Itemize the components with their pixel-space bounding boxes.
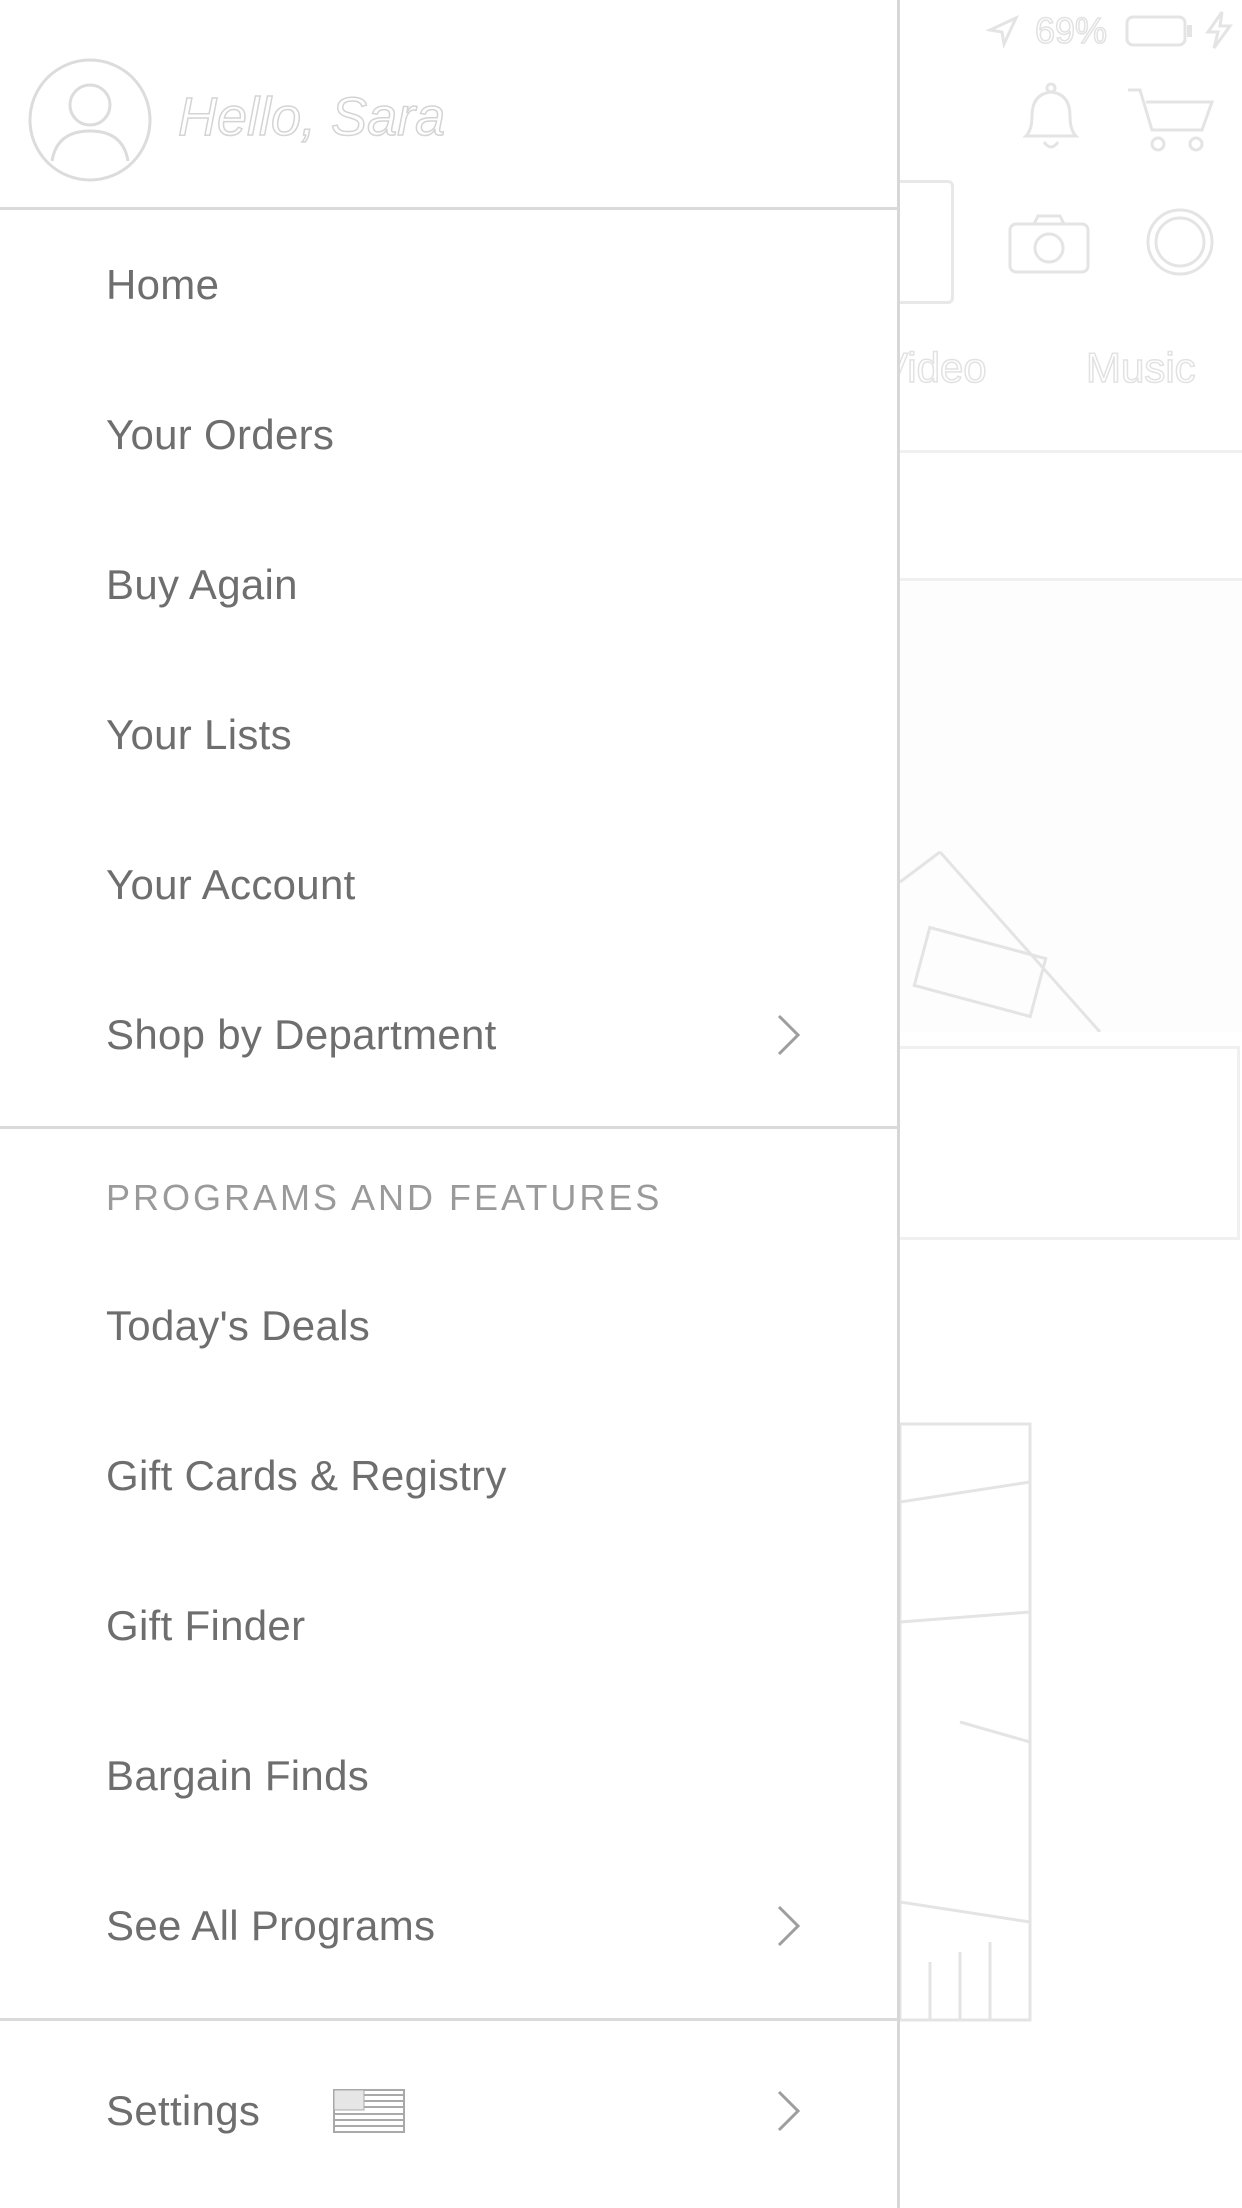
menu-item-label: Your Lists	[106, 711, 292, 758]
menu-item-label: See All Programs	[106, 1902, 436, 1949]
user-avatar-icon[interactable]	[27, 57, 153, 183]
menu-item-home[interactable]: Home	[0, 210, 898, 360]
settings-divider	[0, 2018, 898, 2021]
menu-item-buy-again[interactable]: Buy Again	[0, 510, 898, 660]
cart-icon[interactable]	[1124, 84, 1218, 156]
menu-item-label: Gift Finder	[106, 1602, 306, 1649]
menu-item-bargain-finds[interactable]: Bargain Finds	[0, 1701, 898, 1851]
menu-item-label: Your Account	[106, 861, 356, 908]
charging-bolt-icon	[1205, 11, 1233, 49]
menu-item-gift-finder[interactable]: Gift Finder	[0, 1551, 898, 1701]
battery-percent: 69%	[1034, 9, 1108, 52]
us-flag-icon	[333, 2089, 405, 2133]
navigation-drawer: Hello, Sara Home Your Orders Buy Again Y…	[0, 0, 900, 2208]
camera-icon[interactable]	[1006, 212, 1092, 276]
menu-item-label: Settings	[106, 2087, 261, 2134]
tab-divider	[900, 450, 1242, 453]
menu-item-label: Bargain Finds	[106, 1752, 370, 1799]
product-image	[900, 1422, 1032, 2022]
greeting-text: Hello, Sara	[177, 86, 446, 148]
menu-item-see-all-programs[interactable]: See All Programs	[0, 1851, 898, 2001]
location-arrow-icon	[986, 14, 1020, 48]
menu-item-your-orders[interactable]: Your Orders	[0, 360, 898, 510]
menu-item-label: Gift Cards & Registry	[106, 1452, 507, 1499]
programs-section-heading: PROGRAMS AND FEATURES	[106, 1177, 663, 1218]
menu-item-gift-cards-registry[interactable]: Gift Cards & Registry	[0, 1401, 898, 1551]
menu-item-todays-deals[interactable]: Today's Deals	[0, 1251, 898, 1401]
menu-item-shop-by-department[interactable]: Shop by Department	[0, 960, 898, 1110]
chevron-right-icon	[777, 1905, 801, 1947]
menu-item-settings[interactable]: Settings	[0, 2036, 898, 2186]
promo-card	[900, 1046, 1240, 1240]
content-divider	[900, 578, 1242, 581]
menu-item-label: Home	[106, 261, 220, 308]
banner-image	[900, 582, 1242, 1032]
battery-icon	[1125, 15, 1192, 47]
voice-assistant-icon[interactable]	[1142, 206, 1218, 282]
menu-item-your-account[interactable]: Your Account	[0, 810, 898, 960]
bell-icon[interactable]	[1016, 80, 1086, 154]
section-divider	[0, 1126, 898, 1129]
tab-music[interactable]: Music	[1085, 343, 1196, 392]
menu-item-your-lists[interactable]: Your Lists	[0, 660, 898, 810]
menu-item-label: Shop by Department	[106, 1011, 497, 1058]
menu-item-label: Today's Deals	[106, 1302, 371, 1349]
menu-item-label: Buy Again	[106, 561, 298, 608]
chevron-right-icon	[777, 2090, 801, 2132]
menu-item-label: Your Orders	[106, 411, 335, 458]
chevron-right-icon	[777, 1014, 801, 1056]
drawer-header[interactable]: Hello, Sara	[0, 0, 898, 208]
